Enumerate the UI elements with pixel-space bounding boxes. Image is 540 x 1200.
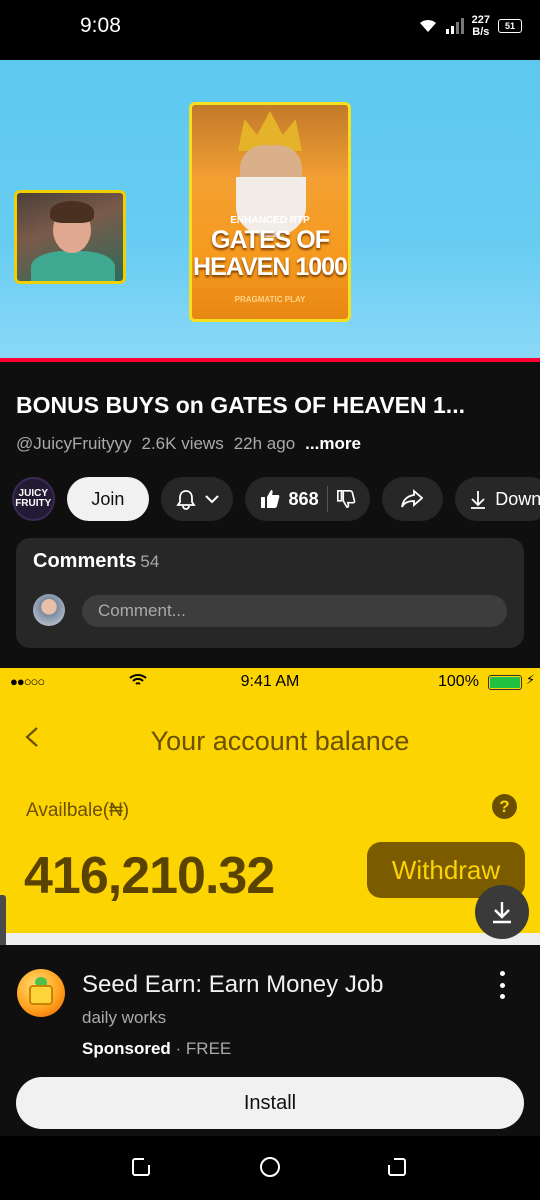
- video-title[interactable]: BONUS BUYS on GATES OF HEAVEN 1...: [16, 392, 526, 419]
- comments-label: Comments: [33, 550, 137, 572]
- sponsored-label: Sponsored: [82, 1039, 171, 1058]
- ad-ios-status-bar: ●●○○○ 9:41 AM 100% ⚡: [0, 668, 540, 698]
- battery-icon: 51: [498, 19, 522, 33]
- app-meta: Sponsored · FREE: [82, 1039, 231, 1059]
- download-fab[interactable]: [475, 885, 529, 939]
- upload-age: 22h ago: [233, 434, 296, 453]
- like-divider: [326, 486, 328, 512]
- help-icon: ?: [492, 794, 517, 819]
- recents-icon[interactable]: [130, 1156, 152, 1178]
- bell-icon: [176, 490, 196, 510]
- ad-media[interactable]: ●●○○○ 9:41 AM 100% ⚡ Your account balanc…: [0, 668, 540, 933]
- back-nav-icon[interactable]: [386, 1156, 408, 1178]
- comments-panel[interactable]: Comments 54 Comment...: [16, 538, 524, 648]
- game-card-brand: PRAGMATIC PLAY: [234, 295, 306, 304]
- game-card-image: ENHANCED RTP GATES OF HEAVEN 1000 PRAGMA…: [189, 102, 351, 322]
- network-speed: 227 B/s: [471, 14, 490, 38]
- game-card-title: GATES OF HEAVEN 1000: [193, 226, 348, 281]
- download-arrow-icon: [493, 902, 511, 924]
- app-subtitle: daily works: [82, 1008, 167, 1027]
- share-button[interactable]: [381, 477, 444, 521]
- like-dislike-group: 868: [244, 477, 370, 521]
- install-button[interactable]: Install: [16, 1077, 524, 1129]
- charging-icon: ⚡: [526, 672, 536, 687]
- status-time: 9:08: [80, 14, 121, 37]
- chevron-down-icon: [205, 495, 219, 504]
- sponsored-app[interactable]: Seed Earn: Earn Money Job daily works Sp…: [0, 945, 540, 1135]
- signal-icon: [445, 18, 464, 34]
- ad-heading: Your account balance: [150, 726, 410, 756]
- navigation-bar: [0, 1136, 540, 1200]
- join-button[interactable]: Join: [66, 477, 150, 521]
- comment-input[interactable]: Comment...: [82, 595, 507, 627]
- webcam-overlay: [14, 190, 126, 284]
- download-label: Down: [495, 488, 540, 509]
- video-progress-fill: [0, 358, 540, 362]
- ad-available-label: Availbale(₦): [26, 800, 130, 821]
- wifi-icon: [419, 19, 436, 32]
- ad-balance-amount: 416,210.32: [24, 847, 275, 905]
- status-icons: 227 B/s 51: [418, 14, 522, 38]
- more-options-icon[interactable]: [494, 971, 510, 999]
- user-avatar: [33, 594, 65, 626]
- app-icon: [17, 969, 65, 1017]
- download-icon: [471, 491, 486, 509]
- more-link[interactable]: ...more: [305, 434, 361, 454]
- view-count: 2.6K views: [141, 434, 224, 453]
- subscribe-notification-button[interactable]: [161, 477, 233, 521]
- action-row: JUICY FRUITY Join 868 Down: [12, 476, 540, 522]
- ios-battery-icon: [488, 675, 522, 690]
- home-icon[interactable]: [259, 1156, 281, 1178]
- dislike-icon[interactable]: [336, 489, 356, 509]
- share-icon: [401, 489, 424, 508]
- video-metadata: @JuicyFruityyy 2.6K views 22h ago ...mor…: [16, 434, 361, 454]
- ios-battery-percent: 100%: [438, 673, 479, 690]
- status-bar: 9:08 227 B/s 51: [0, 0, 540, 60]
- like-icon[interactable]: [259, 488, 281, 510]
- channel-handle[interactable]: @JuicyFruityyy: [16, 434, 132, 454]
- game-card-subtitle: ENHANCED RTP: [230, 215, 310, 226]
- app-name[interactable]: Seed Earn: Earn Money Job: [82, 971, 384, 999]
- video-progress-bar[interactable]: [0, 358, 540, 362]
- comments-header: Comments 54: [33, 550, 159, 573]
- like-count[interactable]: 868: [289, 489, 319, 510]
- download-button[interactable]: Down: [455, 477, 540, 521]
- comments-count: 54: [140, 552, 160, 571]
- video-player[interactable]: ENHANCED RTP GATES OF HEAVEN 1000 PRAGMA…: [0, 60, 540, 362]
- channel-avatar[interactable]: JUICY FRUITY: [12, 477, 55, 521]
- ad-media-bottom: [0, 933, 540, 945]
- app-price: · FREE: [175, 1039, 232, 1058]
